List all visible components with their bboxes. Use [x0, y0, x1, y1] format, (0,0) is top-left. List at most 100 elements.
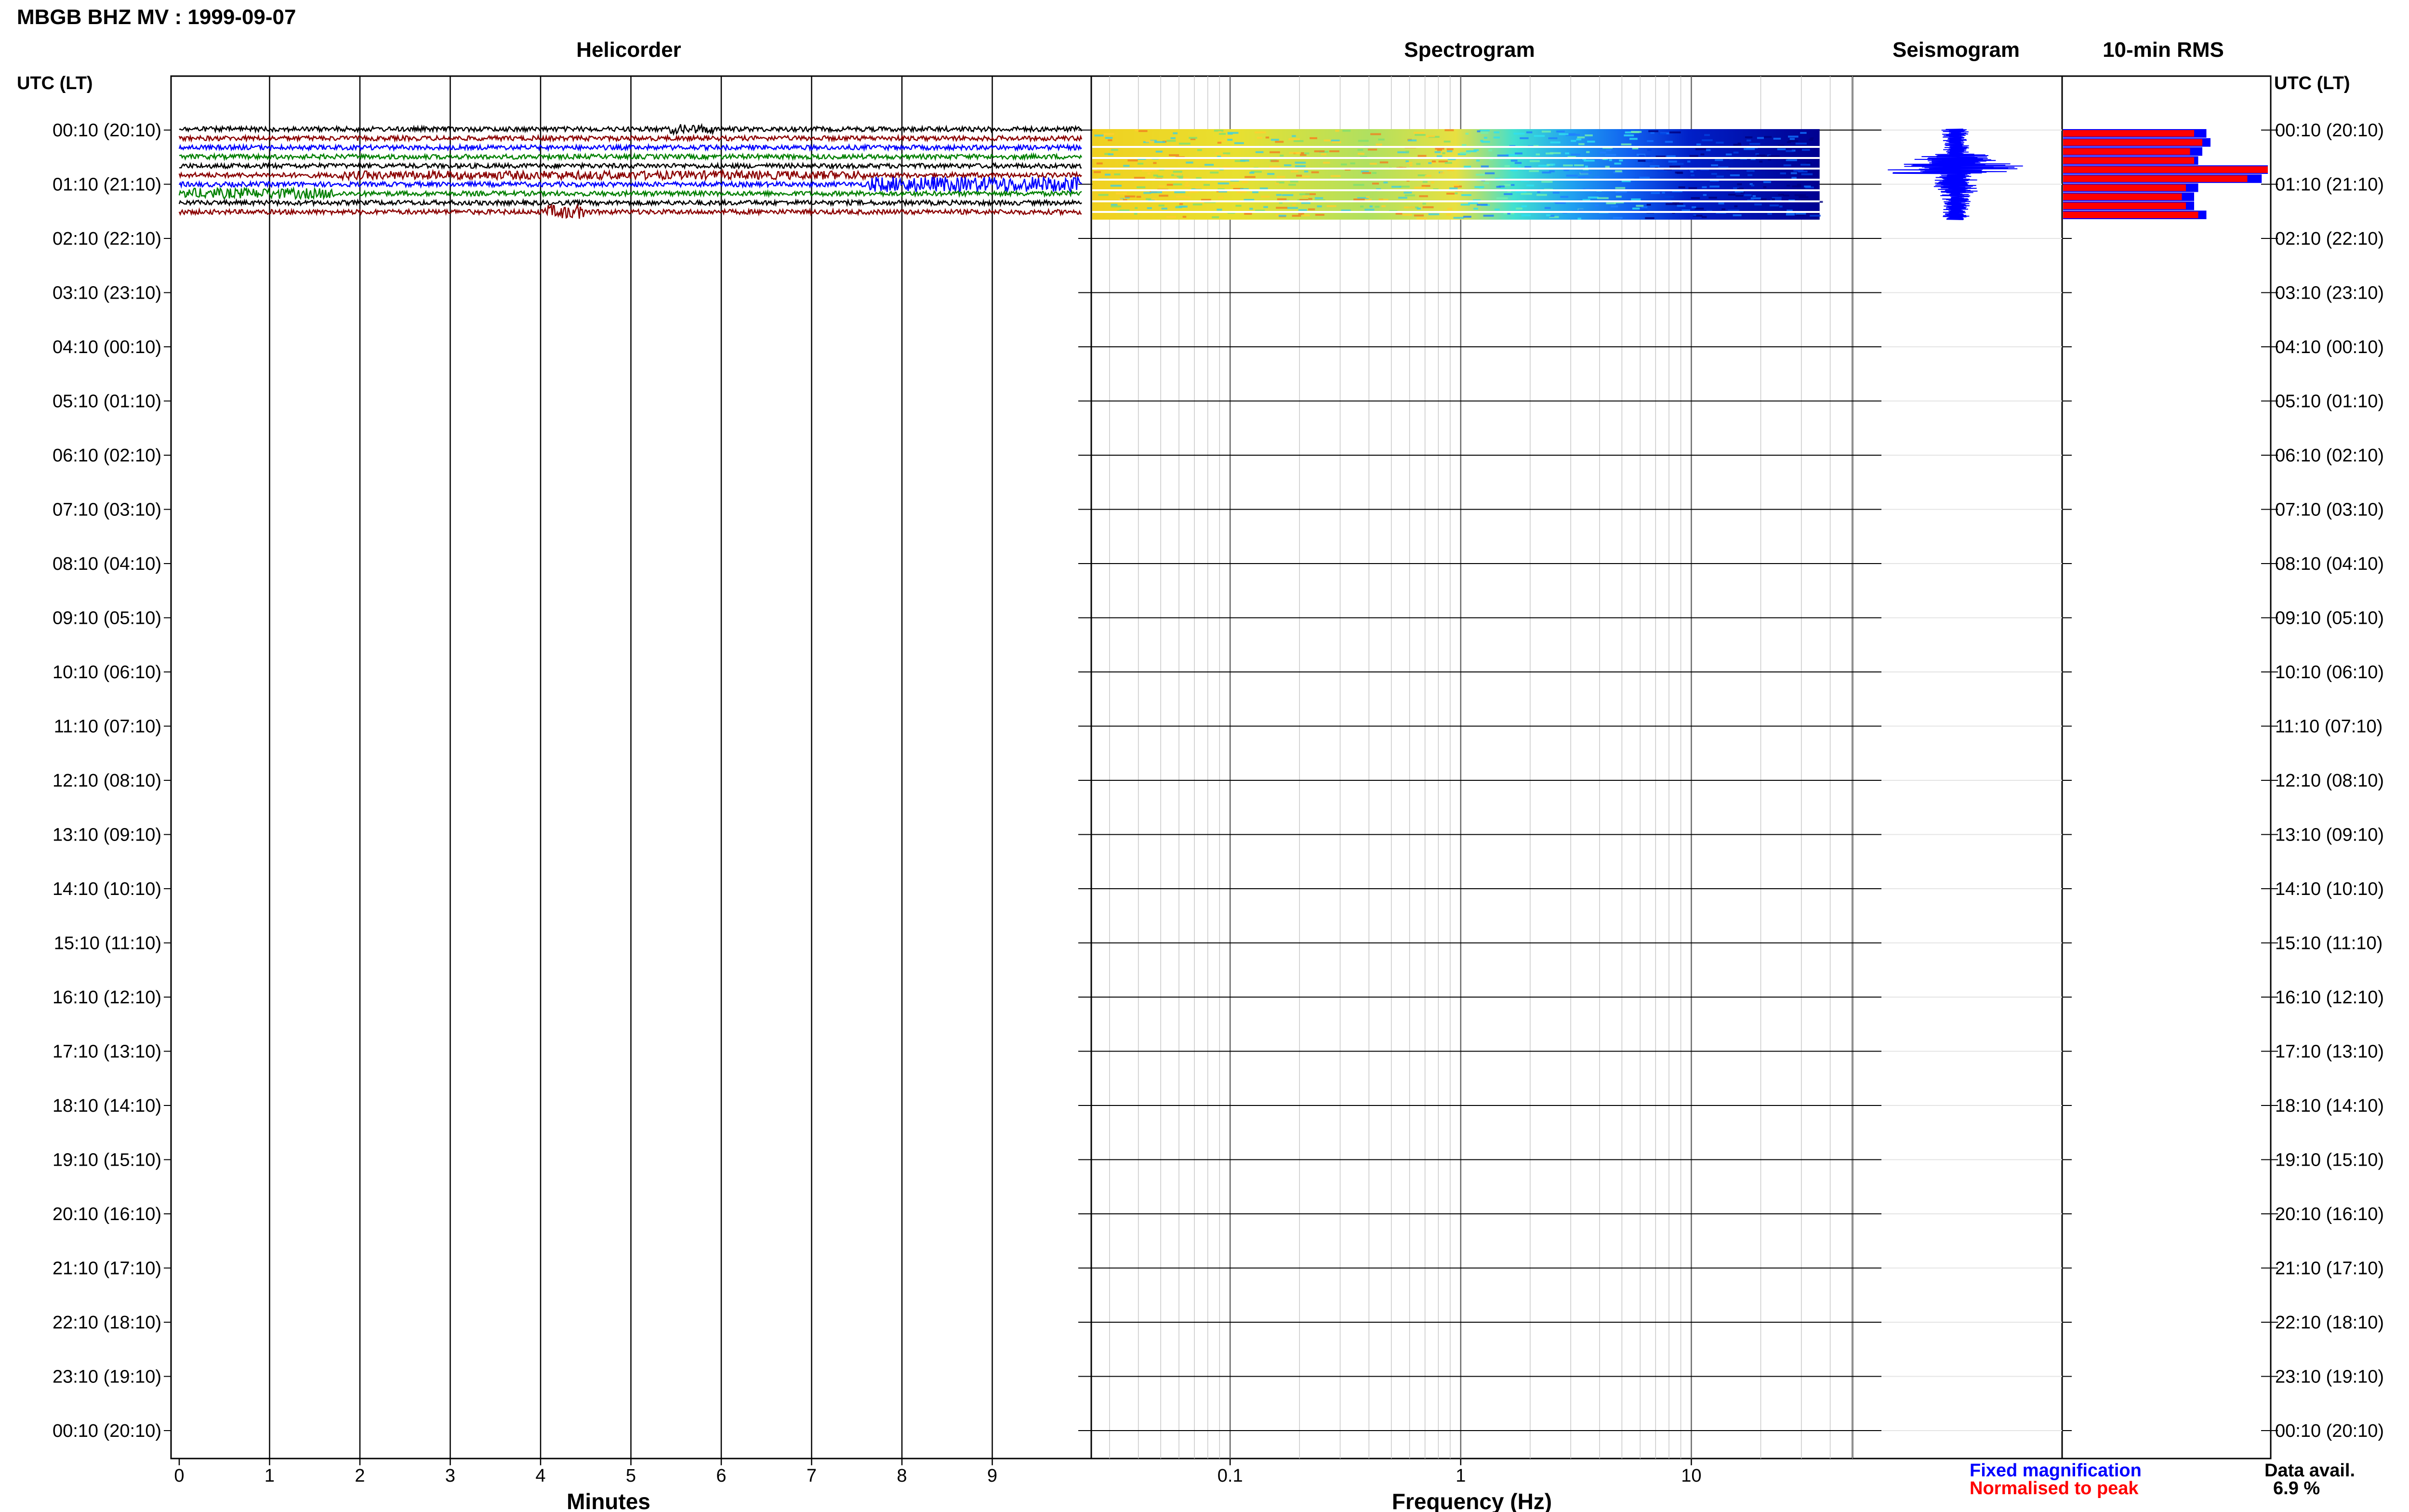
spectrogram-speckle [1446, 148, 1454, 150]
spectrogram-speckle [1127, 159, 1138, 162]
spectrogram-speckle [1135, 207, 1138, 209]
spectrogram-speckle [1381, 205, 1386, 208]
spectrogram-speckle [1453, 184, 1459, 186]
row-label-left: 06:10 (02:10) [53, 446, 161, 466]
spectrogram-speckle [1227, 131, 1239, 134]
spectrogram-speckle [1185, 182, 1189, 184]
spectrogram-speckle [1103, 133, 1114, 135]
row-label-right: 23:10 (19:10) [2275, 1367, 2384, 1387]
spectrogram-speckle [1703, 194, 1707, 196]
spectrogram-speckle [1215, 152, 1219, 155]
spectrogram-speckle [1147, 172, 1151, 175]
row-label-left: 13:10 (09:10) [53, 825, 161, 845]
spectrogram-speckle [1369, 205, 1373, 208]
spectrogram-speckle [1434, 151, 1441, 153]
spectrogram-speckle [1521, 205, 1527, 208]
spectrogram-speckle [1646, 204, 1651, 206]
spectrogram-speckle [1666, 203, 1677, 205]
spectrogram-speckle [1189, 137, 1197, 139]
spectrogram-speckle [1645, 217, 1655, 219]
spectrogram-speckle [1504, 165, 1510, 167]
rms-bar-normalised [2063, 130, 2194, 137]
spectrogram-tick-label: 10 [1681, 1466, 1701, 1486]
spectrogram-panel [1090, 75, 1853, 1459]
spectrogram-speckle [1358, 153, 1364, 155]
spectrogram-speckle [1566, 174, 1578, 177]
spectrogram-speckle [1578, 209, 1584, 211]
spectrogram-speckle [1688, 187, 1697, 189]
spectrogram-speckle [1464, 165, 1471, 168]
row-label-right: 20:10 (16:10) [2275, 1204, 2384, 1224]
helicorder-tick-label: 3 [445, 1466, 455, 1486]
spectrogram-speckle [1474, 186, 1484, 188]
spectrogram-speckle [1521, 214, 1531, 217]
rms-bar-normalised [2063, 211, 2198, 218]
spectrogram-speckle [1521, 193, 1532, 195]
spectrogram-speckle [1664, 196, 1674, 198]
spectrogram-speckle [1105, 137, 1113, 139]
spectrogram-speckle [1353, 198, 1365, 201]
seismogram-panel [1852, 75, 2063, 1459]
spectrogram-speckle [1287, 207, 1298, 209]
spectrogram-speckle [1134, 212, 1138, 215]
spectrogram-speckle [1295, 165, 1306, 168]
spectrogram-speckle [1304, 152, 1310, 155]
helicorder-tick-label: 0 [174, 1466, 184, 1486]
spectrogram-speckle [1526, 184, 1535, 187]
spectrogram-speckle [1370, 133, 1381, 135]
spectrogram-speckle [1417, 155, 1427, 157]
row-label-left: 20:10 (16:10) [53, 1204, 161, 1224]
spectrogram-speckle [1763, 181, 1771, 184]
spectrogram-speckle [1218, 182, 1229, 184]
spectrogram-speckle [1483, 137, 1487, 139]
spectrogram-speckle [1556, 130, 1565, 132]
spectrogram-speckle [1529, 170, 1539, 172]
row-label-left: 08:10 (04:10) [53, 554, 161, 574]
spectrogram-speckle [1314, 150, 1325, 153]
spectrogram-speckle [1431, 181, 1434, 184]
spectrogram-speckle [1526, 131, 1533, 133]
spectrogram-speckle [1725, 153, 1732, 156]
row-label-left: 15:10 (11:10) [54, 933, 161, 954]
row-label-right: 22:10 (18:10) [2275, 1313, 2384, 1333]
spectrogram-speckle [1271, 160, 1279, 162]
spectrogram-speckle [1745, 136, 1753, 139]
spectrogram-speckle [1455, 192, 1458, 195]
helicorder-tick-label: 7 [807, 1466, 817, 1486]
spectrogram-speckle [1647, 149, 1652, 151]
spectrogram-speckle [1771, 198, 1775, 200]
helicorder-tick-label: 2 [355, 1466, 365, 1486]
seismogram-layer [1888, 129, 2023, 220]
spectrogram-speckle [1225, 135, 1231, 138]
row-label-right: 14:10 (10:10) [2275, 879, 2384, 899]
spectrogram-speckle [1368, 148, 1377, 151]
row-label-right: 17:10 (13:10) [2275, 1042, 2384, 1062]
spectrogram-speckle [1292, 204, 1297, 206]
spectrogram-speckle [1571, 153, 1580, 156]
spectrogram-speckle [1096, 162, 1103, 165]
spectrogram-speckle [1137, 186, 1146, 188]
spectrogram-speckle [1799, 196, 1809, 198]
spectrogram-speckle [1308, 208, 1315, 210]
spectrogram-speckle [1479, 129, 1490, 131]
spectrogram-speckle [1473, 208, 1478, 210]
rms-bar-normalised [2063, 157, 2194, 164]
spectrogram-speckle [1797, 184, 1801, 186]
rms-bar-normalised [2063, 193, 2182, 200]
spectrogram-speckle [1790, 172, 1797, 174]
spectrogram-speckle [1613, 217, 1623, 219]
spectrogram-speckle [1735, 195, 1744, 197]
spectrogram-speckle [1588, 197, 1599, 199]
spectrogram-speckle [1118, 198, 1123, 200]
spectrogram-speckle [1210, 171, 1219, 174]
row-label-right: 11:10 (07:10) [2275, 717, 2383, 737]
left-axis-label: UTC (LT) [17, 73, 93, 93]
spectrogram-speckle [1184, 184, 1190, 187]
spectrogram-speckle [1277, 198, 1287, 200]
spectrogram-speckle [1733, 214, 1742, 216]
spectrogram-speckle [1651, 192, 1660, 194]
spectrogram-speckle [1541, 181, 1553, 183]
rms-title: 10-min RMS [2103, 38, 2224, 62]
seismogram-waveform [1888, 129, 2023, 220]
spectrogram-speckle [1449, 187, 1458, 190]
